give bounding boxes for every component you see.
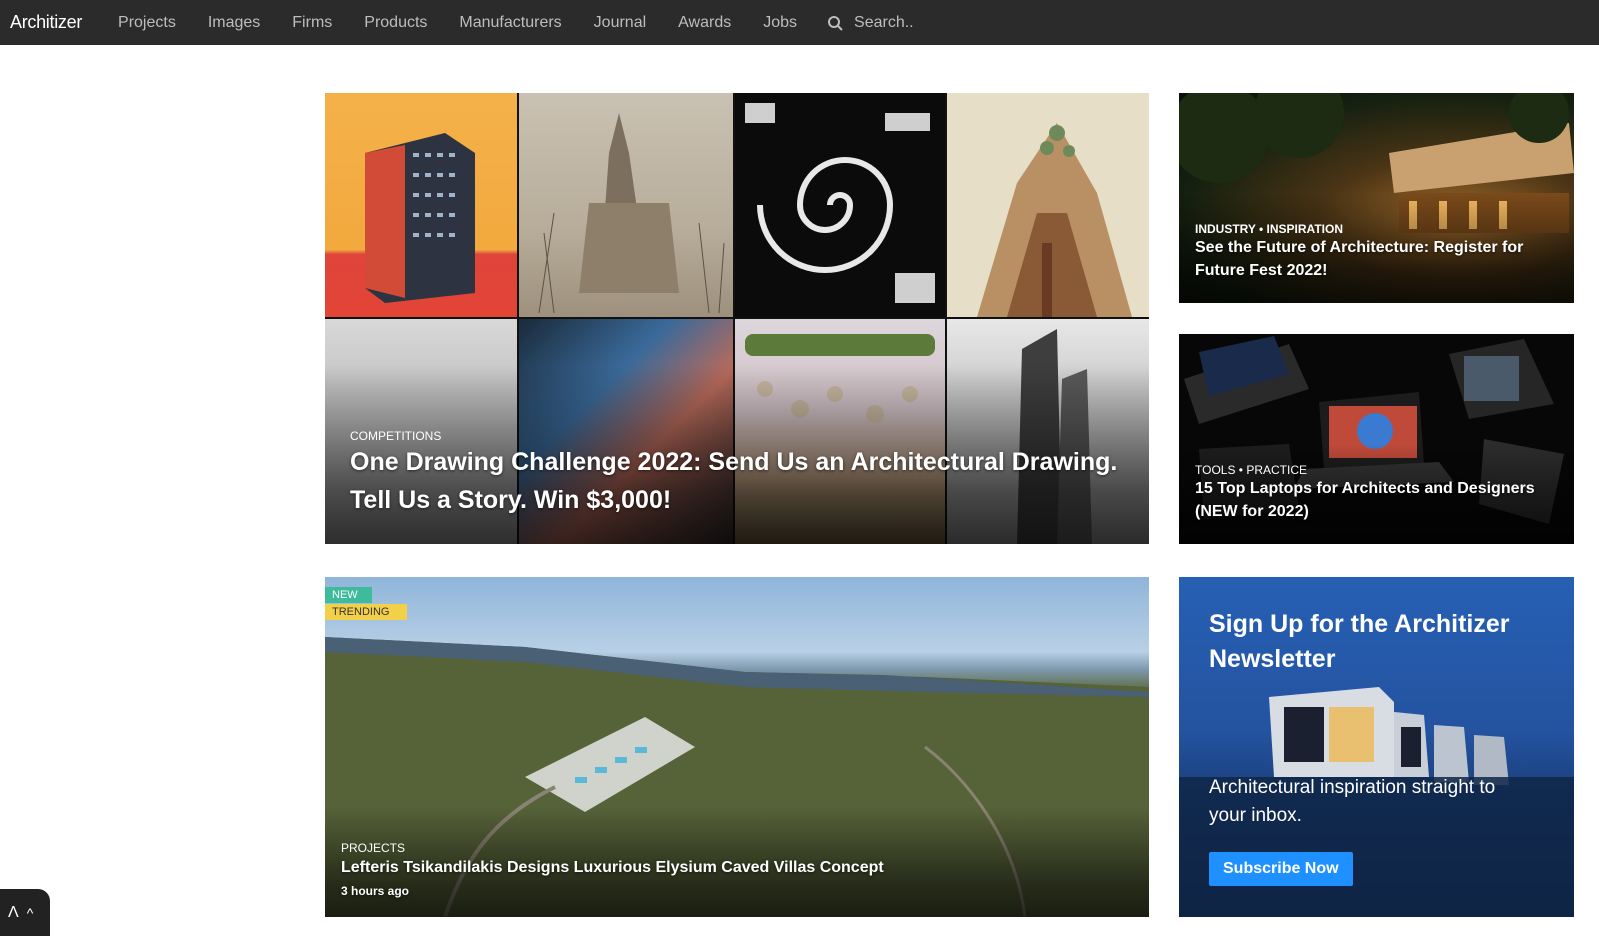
newsletter-title-line1: Sign Up for the Architizer	[1209, 610, 1510, 638]
badge-trending: TRENDING	[325, 604, 408, 620]
side-card-1-title-line1[interactable]: See the Future of Architecture: Register…	[1195, 239, 1523, 257]
top-nav: Architizer Projects Images Firms Product…	[0, 0, 1599, 45]
hero-title[interactable]: Lefteris Tsikandilakis Designs Luxurious…	[341, 859, 884, 877]
side-card-2-title-line2[interactable]: (NEW for 2022)	[1195, 503, 1309, 521]
feature-title-line2[interactable]: Tell Us a Story. Win $3,000!	[350, 486, 671, 515]
architizer-mark-icon: Λ	[8, 903, 19, 921]
chevron-up-icon: ^	[26, 904, 34, 921]
bottom-floating-tab[interactable]: Λ ^	[0, 889, 50, 936]
architizer-logo[interactable]: Architizer	[10, 12, 82, 33]
nav-item-firms[interactable]: Firms	[292, 14, 332, 32]
newsletter-text-line2: your inbox.	[1209, 805, 1302, 826]
hero-card-elysium-villas[interactable]: NEW TRENDING PROJECTS Lefteris Tsikandil…	[325, 577, 1149, 917]
hero-category[interactable]: PROJECTS	[341, 841, 405, 855]
badge-new: NEW	[325, 587, 372, 603]
nav-item-projects[interactable]: Projects	[118, 14, 176, 32]
feature-category[interactable]: COMPETITIONS	[350, 429, 441, 443]
hero-time: 3 hours ago	[341, 884, 410, 898]
search-input[interactable]	[854, 13, 1055, 32]
newsletter-card: Sign Up for the Architizer Newsletter Ar…	[1179, 577, 1574, 917]
newsletter-text-line1: Architectural inspiration straight to	[1209, 777, 1496, 798]
collage-tile-misty-castle	[519, 93, 733, 317]
side-card-future-fest[interactable]: INDUSTRY • INSPIRATION See the Future of…	[1179, 93, 1574, 303]
nav-item-products[interactable]: Products	[364, 14, 427, 32]
side-card-1-title-line2[interactable]: Future Fest 2022!	[1195, 262, 1327, 280]
collage-tile-mountain-city	[947, 93, 1149, 317]
nav-item-awards[interactable]: Awards	[678, 14, 731, 32]
collage-tile-orange-tower	[325, 93, 517, 317]
nav-item-journal[interactable]: Journal	[594, 14, 646, 32]
search-box	[827, 13, 1055, 32]
search-icon[interactable]	[827, 14, 845, 32]
newsletter-title-line2: Newsletter	[1209, 645, 1336, 673]
nav-item-jobs[interactable]: Jobs	[763, 14, 797, 32]
subscribe-button[interactable]: Subscribe Now	[1209, 852, 1353, 886]
side-card-2-category[interactable]: TOOLS • PRACTICE	[1195, 463, 1307, 477]
feature-card-drawing-challenge[interactable]: COMPETITIONS One Drawing Challenge 2022:…	[325, 93, 1149, 544]
side-card-1-category[interactable]: INDUSTRY • INSPIRATION	[1195, 222, 1343, 236]
feature-title-line1[interactable]: One Drawing Challenge 2022: Send Us an A…	[350, 448, 1117, 477]
nav-item-images[interactable]: Images	[208, 14, 260, 32]
collage-tile-spiral-drawing	[735, 93, 945, 317]
side-card-2-title-line1[interactable]: 15 Top Laptops for Architects and Design…	[1195, 480, 1535, 498]
nav-item-manufacturers[interactable]: Manufacturers	[459, 14, 561, 32]
side-card-laptops[interactable]: TOOLS • PRACTICE 15 Top Laptops for Arch…	[1179, 334, 1574, 544]
